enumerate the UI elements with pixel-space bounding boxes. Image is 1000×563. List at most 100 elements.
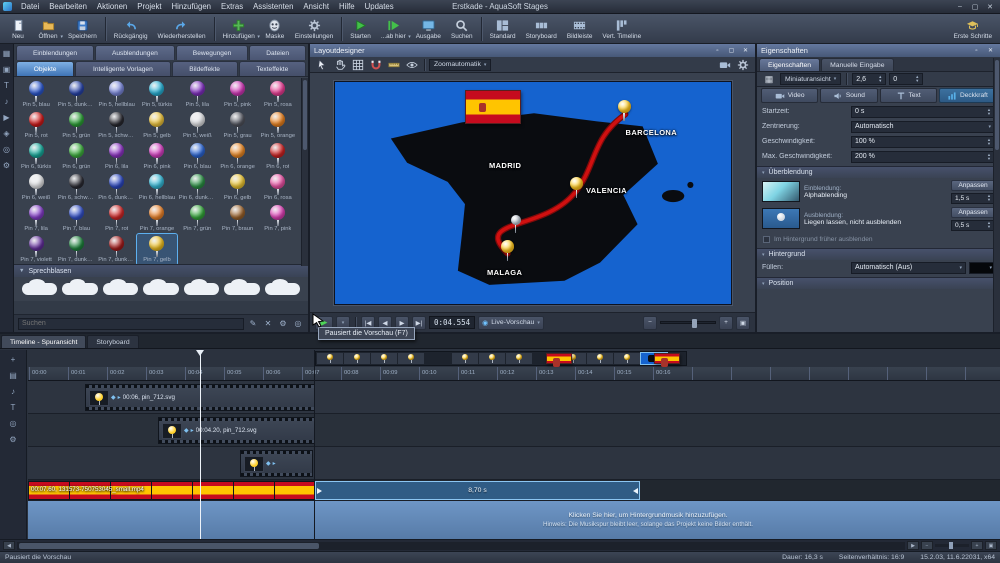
stepper-arrows[interactable]: ▲▼: [915, 75, 919, 82]
thumbnail-view-icon[interactable]: ▦: [761, 73, 777, 86]
edit-icon[interactable]: ✎: [247, 318, 259, 330]
toolbar-button-ab-hier[interactable]: ...ab hier▾: [376, 15, 411, 43]
scroll-thumb[interactable]: [19, 543, 319, 549]
pin-item-pin-5-gelb[interactable]: Pin 5, gelb: [137, 110, 177, 141]
speech-bubble-item[interactable]: [22, 283, 57, 295]
toolbar-button-standard[interactable]: Standard: [485, 15, 521, 43]
pin-item-pin-5-rosa[interactable]: Pin 5, rosa: [258, 79, 298, 110]
menu-updates[interactable]: Updates: [360, 0, 399, 13]
toolbar-button-starten[interactable]: Starten: [345, 15, 376, 43]
speech-bubble-item[interactable]: [103, 283, 138, 295]
filmstrip-thumb-pin[interactable]: [344, 353, 370, 364]
grid-icon[interactable]: [350, 58, 366, 71]
eye-icon[interactable]: [404, 58, 420, 71]
view-mode-dropdown[interactable]: Miniaturansicht▾: [780, 73, 841, 85]
tab-texteffekte[interactable]: Texteffekte: [239, 61, 306, 76]
toolbar-button-wiederherstellen[interactable]: Wiederherstellen: [153, 15, 211, 43]
pin-item-pin-5-blau[interactable]: Pin 5, blau: [16, 79, 56, 110]
pin-item-pin-7-gelb[interactable]: Pin 7, gelb: [137, 234, 177, 265]
tab-objekte[interactable]: Objekte: [16, 61, 74, 76]
playhead[interactable]: [200, 350, 201, 539]
scroll-left-button[interactable]: ◀: [3, 541, 15, 550]
toggle-sound[interactable]: Sound: [820, 88, 877, 103]
starttime-quick-field[interactable]: 0 ▲▼: [889, 73, 923, 85]
magnet-icon[interactable]: [368, 58, 384, 71]
preview-canvas[interactable]: MADRIDBARCELONAVALENCIAMALAGA: [334, 81, 732, 305]
toolbar-button-suchen[interactable]: Suchen: [446, 15, 478, 43]
pin-item-pin-6-schwarz[interactable]: Pin 6, schwarz: [56, 172, 96, 203]
pin-item-pin-5-t-rkis[interactable]: Pin 5, türkis: [137, 79, 177, 110]
pin-panel-icon[interactable]: ▫: [971, 46, 982, 56]
toolbar-button-bildleiste[interactable]: Bildleiste: [562, 15, 598, 43]
pin-item-pin-5-pink[interactable]: Pin 5, pink: [217, 79, 257, 110]
close-panel-icon[interactable]: ✕: [740, 46, 751, 56]
menu-ansicht[interactable]: Ansicht: [298, 0, 334, 13]
timeline-item-pin-3[interactable]: ◆▸: [240, 450, 313, 477]
pin-item-pin-5-rot[interactable]: Pin 5, rot: [16, 110, 56, 141]
fade-in-thumbnail[interactable]: [762, 181, 800, 202]
minimize-button[interactable]: –: [953, 1, 967, 12]
tab-eigenschaften[interactable]: Eigenschaften: [759, 58, 820, 71]
zoom-icon[interactable]: ◎: [7, 417, 19, 429]
duration-quick-field[interactable]: 2,6 ▲▼: [852, 73, 886, 85]
toolbar-button-erste-schritte[interactable]: Erste Schritte: [949, 15, 997, 43]
fade-out-adjust-button[interactable]: Anpassen: [951, 207, 995, 218]
ruler-icon[interactable]: [386, 58, 402, 71]
tab-dateien[interactable]: Dateien: [249, 45, 306, 60]
pin-item-pin-6-dunkelblau[interactable]: Pin 6, dunkelblau: [97, 172, 137, 203]
field-max-geschwindigkeit-control[interactable]: 200 %▲▼: [851, 151, 995, 163]
spain-flag[interactable]: [465, 90, 521, 124]
object-icon[interactable]: ◈: [1, 127, 13, 139]
panels-icon[interactable]: ▦: [1, 47, 13, 59]
fade-background-checkbox[interactable]: Im Hintergrund früher ausblenden: [757, 232, 1000, 246]
properties-scrollbar[interactable]: [993, 58, 1000, 332]
scroll-right-button[interactable]: ▶: [907, 541, 919, 550]
clear-icon[interactable]: ✕: [262, 318, 274, 330]
pin-item-pin-7-gr-n[interactable]: Pin 7, grün: [177, 203, 217, 234]
pin-item-pin-6-blau[interactable]: Pin 6, blau: [177, 141, 217, 172]
toolbar-button-storyboard[interactable]: Storyboard: [521, 15, 562, 43]
timeline-item-video[interactable]: 00:07.60, 131573-750753045_small.mp4: [28, 481, 315, 500]
fill-color-swatch[interactable]: ▾: [969, 262, 995, 274]
help-round-icon[interactable]: ◎: [292, 318, 304, 330]
fade-out-thumbnail[interactable]: [762, 208, 800, 229]
toolbar-button-speichern[interactable]: Speichern: [63, 15, 102, 43]
section-sprechblasen[interactable]: ▼ Sprechblasen: [14, 264, 308, 277]
stepper-arrows[interactable]: ▲▼: [987, 221, 991, 228]
timeline-zoom-slider[interactable]: [935, 544, 969, 547]
preview-zoom-in-button[interactable]: +: [719, 316, 733, 330]
checkbox[interactable]: [763, 236, 770, 243]
settings-icon[interactable]: ⚙: [7, 433, 19, 445]
toolbar-button-maske[interactable]: Maske: [260, 15, 290, 43]
section-ueberblendung[interactable]: ▾ Überblendung: [757, 166, 1000, 178]
filmstrip-thumb-flag[interactable]: [654, 353, 680, 364]
toolbar-button-einstellungen[interactable]: Einstellungen: [290, 15, 338, 43]
float-panel-icon[interactable]: ▫: [712, 46, 723, 56]
text-icon[interactable]: T: [1, 79, 13, 91]
tab-bewegungen[interactable]: Bewegungen: [176, 45, 248, 60]
tab-bildeffekte[interactable]: Bildeffekte: [172, 61, 238, 76]
timeline-zoom-in-button[interactable]: +: [971, 541, 983, 550]
menu-extras[interactable]: Extras: [216, 0, 248, 13]
selected-clip-region[interactable]: 8,70 s: [315, 481, 640, 500]
filmstrip-thumb-pin[interactable]: [398, 353, 424, 364]
pin-item-pin-6-hellblau[interactable]: Pin 6, hellblau: [137, 172, 177, 203]
field-startzeit-control[interactable]: 0 s▲▼: [851, 106, 995, 118]
timeline-item-pin-2[interactable]: ◆▸00:04.20, pin_712.svg: [158, 417, 315, 444]
field-geschwindigkeit-control[interactable]: 100 %▲▼: [851, 136, 995, 148]
camera-icon[interactable]: [717, 58, 733, 71]
toggle-text[interactable]: Text: [880, 88, 937, 103]
add-icon[interactable]: +: [7, 353, 19, 365]
film-icon[interactable]: ▤: [7, 369, 19, 381]
toggle-deckkraft[interactable]: Deckkraft: [939, 88, 996, 103]
filmstrip-thumb-pin[interactable]: [506, 353, 532, 364]
stepper-arrows[interactable]: ▲▼: [987, 194, 991, 201]
settings-icon[interactable]: ⚙: [277, 318, 289, 330]
speech-bubble-item[interactable]: [184, 283, 219, 295]
toggle-video[interactable]: Video: [761, 88, 818, 103]
pin-item-pin-7-lila[interactable]: Pin 7, lila: [16, 203, 56, 234]
menu-aktionen[interactable]: Aktionen: [92, 0, 132, 13]
toolbox-scrollbar[interactable]: [301, 78, 308, 266]
settings-icon[interactable]: ⚙: [1, 159, 13, 171]
image-icon[interactable]: ▣: [1, 63, 13, 75]
